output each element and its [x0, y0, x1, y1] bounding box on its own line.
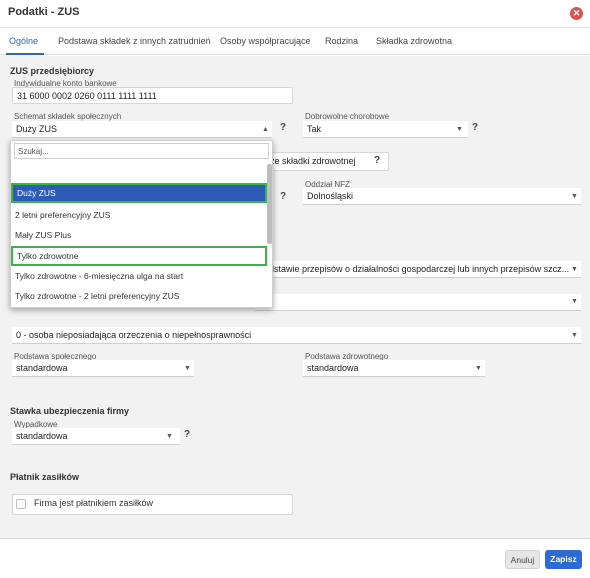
chevron-down-icon[interactable]: ▼: [184, 365, 191, 372]
tab-base-other-employment[interactable]: Podstawa składek z innych zatrudnień: [58, 36, 211, 46]
health-base-select[interactable]: standardowa: [303, 360, 485, 377]
dropdown-scrollbar[interactable]: [267, 164, 272, 244]
zus-section-title: ZUS przedsiębiorcy: [10, 66, 95, 76]
dropdown-option[interactable]: 2 letni preferencyjny ZUS: [11, 205, 267, 225]
voluntary-help-icon[interactable]: ?: [472, 122, 478, 133]
dropdown-option[interactable]: Mały ZUS Plus: [11, 225, 267, 245]
scheme-select[interactable]: Duży ZUS: [12, 121, 272, 138]
dropdown-search-input[interactable]: Szukaj...: [14, 143, 269, 159]
insurance-section-title: Stawka ubezpieczenia firmy: [10, 406, 130, 416]
footer-divider: [0, 538, 590, 539]
account-input[interactable]: 31 6000 0002 0260 0111 1111 1111: [12, 87, 293, 104]
voluntary-select[interactable]: Tak: [303, 121, 468, 138]
health-deduction-help-icon[interactable]: ?: [374, 155, 380, 166]
nfz-select[interactable]: Dolnośląski: [303, 188, 581, 205]
social-base-select[interactable]: standardowa: [12, 360, 194, 377]
tab-general[interactable]: Ogólne: [9, 36, 38, 46]
dropdown-option[interactable]: Tylko zdrowotne - 2 letni preferencyjny …: [11, 286, 267, 306]
save-button[interactable]: Zapisz: [545, 550, 582, 569]
voluntary-label: Dobrowolne chorobowe: [305, 112, 390, 121]
accident-help-icon[interactable]: ?: [184, 429, 190, 440]
payer-checkbox[interactable]: [16, 499, 26, 509]
tab-health-contribution[interactable]: Składka zdrowotna: [376, 36, 452, 46]
chevron-down-icon[interactable]: ▼: [571, 193, 578, 200]
tab-collaborators[interactable]: Osoby współpracujące: [220, 36, 311, 46]
chevron-down-icon[interactable]: ▼: [571, 266, 578, 273]
cancel-button[interactable]: Anuluj: [505, 550, 540, 569]
dropdown-option[interactable]: Tylko zdrowotne: [11, 246, 267, 266]
scheme-help-icon[interactable]: ?: [280, 122, 286, 133]
payer-checkbox-label: Firma jest płatnikiem zasiłków: [34, 498, 154, 508]
dropdown-option[interactable]: Tylko zdrowotne - 6-miesięczna ulga na s…: [11, 266, 267, 286]
chevron-down-icon[interactable]: ▼: [571, 298, 578, 305]
payer-section-title: Płatnik zasiłków: [10, 472, 80, 482]
chevron-down-icon[interactable]: ▼: [166, 433, 173, 440]
hidden-select[interactable]: [255, 294, 581, 311]
chevron-down-icon[interactable]: ▼: [456, 126, 463, 133]
nfz-help-icon[interactable]: ?: [280, 191, 286, 202]
chevron-down-icon[interactable]: ▼: [571, 332, 578, 339]
chevron-up-icon[interactable]: ▲: [262, 126, 269, 133]
active-tab-indicator: [6, 53, 44, 55]
dialog-title: Podatki - ZUS: [8, 6, 80, 18]
health-deduction-field[interactable]: ze składki zdrowotnej: [255, 152, 389, 171]
close-icon[interactable]: ✕: [570, 7, 583, 20]
insurance-title-select[interactable]: podstawie przepisów o działalności gospo…: [255, 261, 581, 278]
dropdown-option[interactable]: Duży ZUS: [11, 183, 267, 203]
chevron-down-icon[interactable]: ▼: [475, 365, 482, 372]
scheme-label: Schemat składek społecznych: [14, 112, 122, 121]
disability-select[interactable]: 0 - osoba nieposiadająca orzeczenia o ni…: [12, 327, 581, 344]
tab-family[interactable]: Rodzina: [325, 36, 358, 46]
accident-select[interactable]: standardowa: [12, 428, 180, 445]
